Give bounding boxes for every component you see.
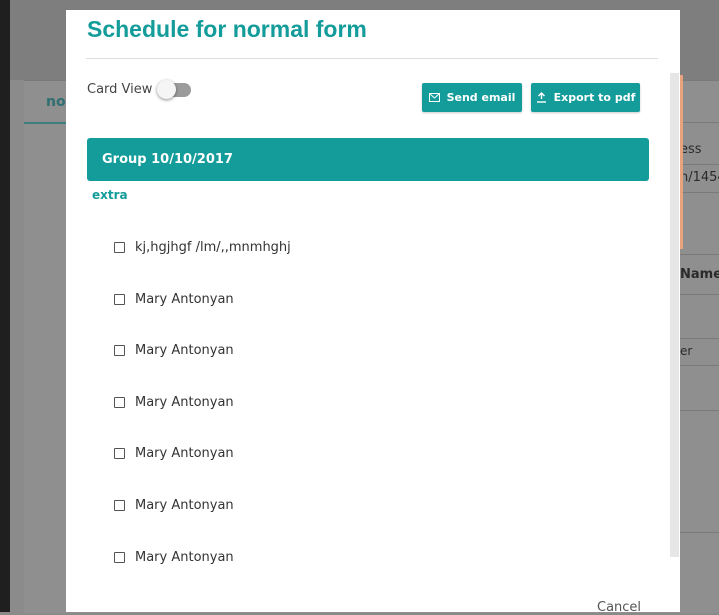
schedule-modal: Schedule for normal form Card View Send … bbox=[66, 10, 680, 615]
card-view-label: Card View bbox=[87, 82, 153, 97]
title-divider bbox=[86, 58, 658, 59]
item-label: Mary Antonyan bbox=[135, 550, 234, 565]
scrollbar-thumb[interactable] bbox=[670, 73, 679, 557]
item-label: kj,hgjhgf /lm/,,mnmhghj bbox=[135, 240, 291, 255]
cancel-button[interactable]: Cancel bbox=[597, 600, 641, 615]
card-view-control: Card View bbox=[87, 79, 192, 99]
card-view-toggle[interactable] bbox=[157, 79, 192, 99]
list-item[interactable]: Mary Antonyan bbox=[114, 550, 234, 565]
item-checkbox[interactable] bbox=[114, 397, 125, 408]
export-pdf-button[interactable]: Export to pdf bbox=[531, 83, 640, 112]
item-checkbox[interactable] bbox=[114, 448, 125, 459]
background-text: n/1454 bbox=[680, 170, 719, 185]
schedule-content: Group 10/10/2017 extra kj,hgjhgf /lm/,,m… bbox=[66, 138, 670, 578]
background-right-column: ess n/1454 Name er bbox=[680, 122, 719, 612]
send-email-label: Send email bbox=[446, 91, 516, 104]
item-label: Mary Antonyan bbox=[135, 446, 234, 461]
list-item[interactable]: Mary Antonyan bbox=[114, 292, 234, 307]
background-divider bbox=[680, 122, 719, 123]
modal-title: Schedule for normal form bbox=[87, 16, 367, 42]
list-item[interactable]: Mary Antonyan bbox=[114, 343, 234, 358]
item-label: Mary Antonyan bbox=[135, 292, 234, 307]
scrollbar[interactable] bbox=[670, 73, 679, 557]
background-divider bbox=[680, 254, 719, 255]
background-divider bbox=[680, 532, 719, 533]
item-label: Mary Antonyan bbox=[135, 343, 234, 358]
send-email-button[interactable]: Send email bbox=[422, 83, 522, 112]
item-checkbox[interactable] bbox=[114, 500, 125, 511]
group-title: Group 10/10/2017 bbox=[102, 152, 233, 167]
envelope-icon bbox=[428, 93, 440, 102]
background-text: er bbox=[680, 344, 693, 358]
list-item[interactable]: Mary Antonyan bbox=[114, 498, 234, 513]
background-divider bbox=[680, 192, 719, 193]
export-icon bbox=[536, 92, 547, 103]
background-tab-label: no bbox=[46, 94, 66, 110]
group-header[interactable]: Group 10/10/2017 bbox=[87, 138, 649, 181]
section-label: extra bbox=[92, 188, 128, 202]
background-divider bbox=[680, 164, 719, 165]
export-pdf-label: Export to pdf bbox=[553, 91, 636, 104]
list-item[interactable]: Mary Antonyan bbox=[114, 446, 234, 461]
toggle-knob bbox=[157, 79, 177, 99]
background-divider bbox=[680, 365, 719, 366]
item-label: Mary Antonyan bbox=[135, 395, 234, 410]
item-checkbox[interactable] bbox=[114, 294, 125, 305]
item-checkbox[interactable] bbox=[114, 552, 125, 563]
item-checkbox[interactable] bbox=[114, 345, 125, 356]
background-left-bar bbox=[0, 0, 10, 612]
background-divider bbox=[680, 338, 719, 339]
background-divider bbox=[680, 410, 719, 411]
background-divider bbox=[680, 294, 719, 295]
item-checkbox[interactable] bbox=[114, 242, 125, 253]
list-item[interactable]: Mary Antonyan bbox=[114, 395, 234, 410]
list-item[interactable]: kj,hgjhgf /lm/,,mnmhghj bbox=[114, 240, 291, 255]
item-label: Mary Antonyan bbox=[135, 498, 234, 513]
background-text: ess bbox=[680, 142, 702, 157]
accent-strip bbox=[680, 75, 683, 249]
background-tab: no bbox=[24, 80, 68, 124]
background-text: Name bbox=[680, 267, 719, 282]
